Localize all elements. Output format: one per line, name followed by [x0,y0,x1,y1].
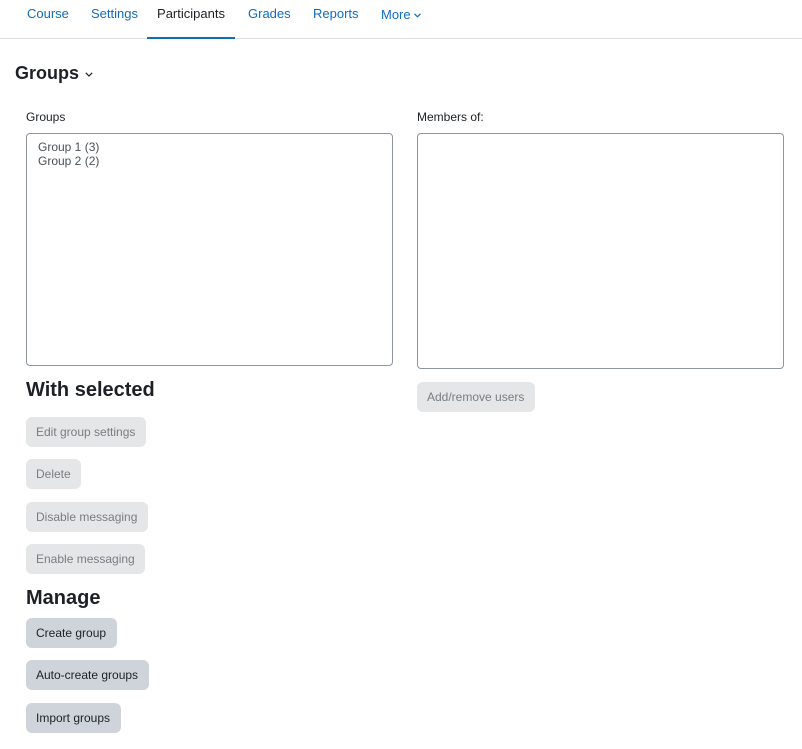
add-remove-users-button[interactable]: Add/remove users [417,382,535,412]
tab-participants[interactable]: Participants [147,0,235,39]
groups-label: Groups [26,110,66,124]
tab-reports[interactable]: Reports [313,0,359,38]
auto-create-groups-button[interactable]: Auto-create groups [26,660,149,690]
tab-more[interactable]: More [381,0,421,38]
import-groups-button[interactable]: Import groups [26,703,121,733]
group-option[interactable]: Group 2 (2) [27,154,392,168]
chevron-down-icon [413,0,421,28]
disable-messaging-button[interactable]: Disable messaging [26,502,148,532]
members-select[interactable] [417,133,784,369]
tab-grades[interactable]: Grades [248,0,291,38]
with-selected-heading: With selected [26,379,155,401]
create-group-button[interactable]: Create group [26,618,117,648]
secondary-navigation: Course Settings Participants Grades Repo… [0,0,802,39]
tab-settings[interactable]: Settings [91,0,138,38]
chevron-down-icon [85,64,93,82]
groups-select[interactable]: Group 1 (3) Group 2 (2) [26,133,393,366]
group-option[interactable]: Group 1 (3) [27,140,392,154]
enable-messaging-button[interactable]: Enable messaging [26,544,145,574]
delete-button[interactable]: Delete [26,459,81,489]
members-label: Members of: [417,110,484,124]
page-title: Groups [15,63,80,83]
edit-group-settings-button[interactable]: Edit group settings [26,417,146,447]
manage-heading: Manage [26,587,101,609]
tab-course[interactable]: Course [27,0,69,38]
tab-more-label: More [381,7,411,22]
page-title-dropdown[interactable]: Groups [15,63,93,84]
